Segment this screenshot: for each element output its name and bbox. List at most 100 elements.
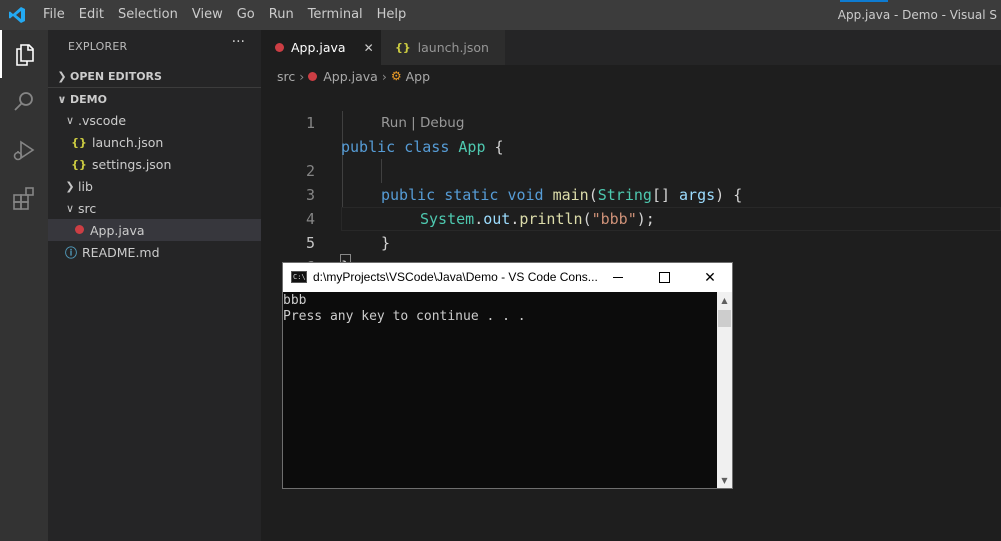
minimize-button[interactable] [595,263,641,292]
breadcrumb: src › App.java › ⚙ App [261,65,430,87]
chevron-right-icon: ❯ [57,69,67,83]
more-actions-icon[interactable]: ··· [232,34,245,50]
files-icon[interactable] [0,30,48,78]
keyword: public [341,138,396,156]
breadcrumb-file[interactable]: App.java [323,69,378,84]
console-scrollbar[interactable]: ▲ ▼ [717,292,732,488]
method-name: println [519,210,583,228]
type-name: String [597,186,652,204]
chevron-right-icon: › [381,68,387,84]
line-number: 1 [305,114,315,132]
dot: . [510,210,520,228]
tree-item-app-java[interactable]: App.java [48,219,261,241]
method-name: main [552,186,589,204]
close-icon[interactable]: ✕ [364,41,374,55]
class-name: App [458,138,486,156]
code-line-4: 4 } [261,183,390,252]
indent-guide [342,111,343,207]
brace: { [494,138,504,156]
tree-item-label: settings.json [92,156,172,172]
tree-item-src-folder[interactable]: ∨ src [48,197,261,219]
keyword: class [404,138,450,156]
maximize-icon [658,272,670,283]
console-line: bbb [283,293,307,308]
editor-tabs: App.java ✕ {} launch.json [261,30,1001,65]
open-editors-section[interactable]: ❯ OPEN EDITORS [48,65,261,87]
explorer-title: EXPLORER [68,40,128,53]
tree-item-launch-json[interactable]: {} launch.json [48,131,261,153]
tree-item-label: README.md [82,244,160,260]
tree-item-vscode-folder[interactable]: ∨ .vscode [48,109,261,131]
close-button[interactable]: ✕ [687,263,733,292]
code-line-2: 2 public static void main(String[] args)… [261,135,742,204]
code-line-1: 1 public class App { [261,87,504,156]
menu-selection[interactable]: Selection [111,0,185,30]
project-section[interactable]: ∨ DEMO [48,88,261,110]
tree-item-label: App.java [90,222,145,238]
activity-bar [0,30,48,541]
scroll-down-icon[interactable]: ▼ [717,472,732,488]
tree-item-label: src [78,200,97,216]
menu-help[interactable]: Help [370,0,414,30]
code-line-3: 3 System.out.println("bbb"); [261,159,655,228]
tree-item-lib-folder[interactable]: ❯ lib [48,175,261,197]
tab-label: launch.json [417,40,489,55]
console-title-bar[interactable]: C:\ d:\myProjects\VSCode\Java\Demo - VS … [283,263,732,292]
breadcrumb-symbol[interactable]: App [406,69,430,84]
scroll-thumb[interactable] [718,310,731,327]
keyword: public [381,186,436,204]
vscode-logo-icon [9,7,25,23]
class-symbol-icon: ⚙ [390,69,402,83]
menu-run[interactable]: Run [262,0,301,30]
menu-bar: File Edit Selection View Go Run Terminal… [36,0,413,30]
field: out [483,210,511,228]
keyword: void [507,186,544,204]
console-app-icon: C:\ [291,271,307,283]
explorer-sidebar: EXPLORER ··· ❯ OPEN EDITORS ∨ DEMO ∨ .vs… [48,30,261,541]
title-bar: File Edit Selection View Go Run Terminal… [0,0,1001,30]
run-debug-icon[interactable] [0,126,48,174]
search-icon[interactable] [0,78,48,126]
minimize-icon [613,277,623,278]
json-file-icon: {} [71,157,87,171]
chevron-down-icon: ∨ [65,201,75,215]
chevron-down-icon: ∨ [57,92,67,106]
extensions-icon[interactable] [0,174,48,222]
tree-item-readme[interactable]: ⓘ README.md [48,241,261,263]
scroll-up-icon[interactable]: ▲ [717,292,732,308]
tree-item-settings-json[interactable]: {} settings.json [48,153,261,175]
tab-label: App.java [291,40,346,55]
tab-launch-json[interactable]: {} launch.json [381,30,505,65]
tree-item-label: launch.json [92,134,164,150]
menu-terminal[interactable]: Terminal [301,0,370,30]
indent-guide [381,159,382,183]
menu-file[interactable]: File [36,0,72,30]
keyword: static [444,186,499,204]
console-title: d:\myProjects\VSCode\Java\Demo - VS Code… [313,270,598,284]
project-label: DEMO [70,92,107,106]
menu-go[interactable]: Go [230,0,262,30]
console-output[interactable]: bbb Press any key to continue . . . [283,292,717,488]
menu-view[interactable]: View [185,0,230,30]
open-editors-label: OPEN EDITORS [70,69,162,83]
tab-app-java[interactable]: App.java ✕ [261,30,381,65]
java-file-icon [308,71,318,81]
console-line: Press any key to continue . . . [283,309,526,324]
console-window[interactable]: C:\ d:\myProjects\VSCode\Java\Demo - VS … [282,262,733,489]
codelens-run-debug[interactable]: Run | Debug [381,111,464,135]
menu-edit[interactable]: Edit [72,0,111,30]
chevron-right-icon: › [299,68,305,84]
closing-brace: } [381,234,391,252]
paren: ( [582,210,592,228]
breadcrumb-folder[interactable]: src [277,69,295,84]
dot: . [474,210,484,228]
info-icon: ⓘ [64,245,77,260]
paren: ); [636,210,655,228]
paren: ( [588,186,598,204]
chevron-right-icon: ❯ [65,179,75,193]
maximize-button[interactable] [641,263,687,292]
java-file-icon [70,224,88,237]
string-literal: "bbb" [591,210,637,228]
json-file-icon: {} [395,41,411,54]
window-title: App.java - Demo - Visual S [837,8,997,22]
